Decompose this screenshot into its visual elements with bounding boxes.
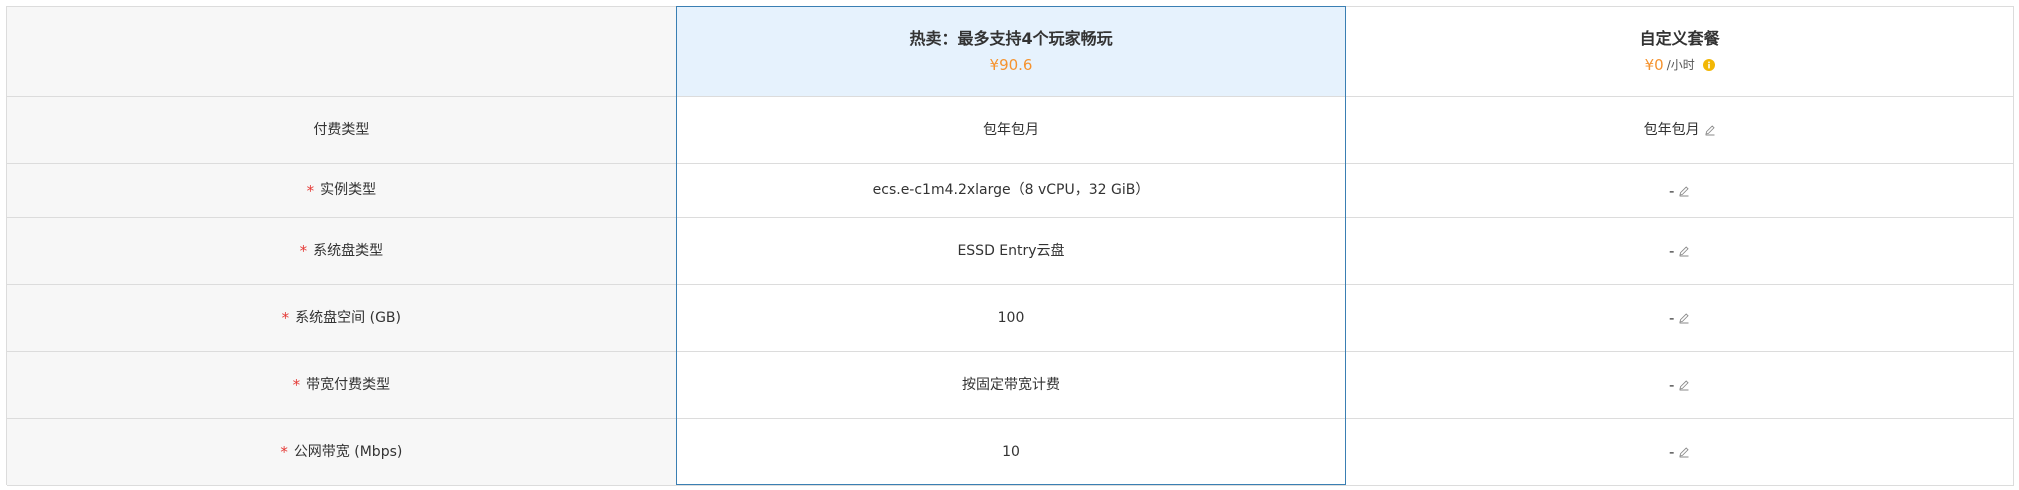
required-marker: * (299, 242, 308, 260)
table-row: 付费类型 包年包月 包年包月 (7, 97, 2015, 164)
row-label-text: 系统盘空间 (GB) (295, 309, 401, 326)
plan-custom-price-unit: /小时 (1666, 57, 1695, 72)
plan-hot-header[interactable]: 热卖：最多支持4个玩家畅玩 ¥90.6 (676, 7, 1347, 96)
table-row: * 带宽付费类型 按固定带宽计费 - (7, 352, 2015, 419)
table-row: * 实例类型 ecs.e-c1m4.2xlarge（8 vCPU，32 GiB）… (7, 164, 2015, 218)
custom-value: - (1668, 376, 1675, 394)
row-label: * 实例类型 (7, 164, 677, 217)
plan-custom-title: 自定义套餐 (1639, 28, 1720, 48)
custom-value-cell: - (1346, 218, 2015, 284)
row-label: * 公网带宽 (Mbps) (7, 419, 677, 485)
hot-value: 包年包月 (983, 121, 1039, 138)
required-marker: * (306, 181, 315, 200)
pencil-edit-icon[interactable] (1678, 245, 1690, 257)
custom-value: - (1668, 443, 1675, 461)
custom-value-cell: - (1346, 352, 2015, 418)
hot-value: ecs.e-c1m4.2xlarge（8 vCPU，32 GiB） (872, 182, 1150, 199)
required-marker: * (281, 309, 290, 327)
hot-value: 10 (1002, 443, 1020, 460)
custom-value: - (1668, 242, 1675, 260)
hot-value-cell: 包年包月 (677, 97, 1347, 163)
pencil-edit-icon[interactable] (1704, 124, 1716, 136)
plan-hot-price: ¥90.6 (989, 56, 1033, 75)
row-label: * 带宽付费类型 (7, 352, 677, 418)
info-icon[interactable] (1702, 59, 1715, 72)
table-row: * 公网带宽 (Mbps) 10 - (7, 419, 2015, 486)
required-marker: * (292, 376, 301, 394)
plan-header-row: 热卖：最多支持4个玩家畅玩 ¥90.6 自定义套餐 ¥0 /小时 (7, 7, 2015, 97)
custom-value-cell: 包年包月 (1346, 97, 2015, 163)
row-label-text: 公网带宽 (Mbps) (293, 443, 403, 460)
custom-value: - (1668, 181, 1675, 200)
row-label: 付费类型 (7, 97, 677, 163)
hot-value-cell: 10 (677, 419, 1347, 485)
hot-value-cell: 100 (677, 285, 1347, 351)
row-label-text: 系统盘类型 (313, 242, 384, 259)
custom-value-cell: - (1346, 285, 2015, 351)
custom-value-cell: - (1346, 419, 2015, 485)
hot-value-cell: 按固定带宽计费 (677, 352, 1347, 418)
plan-custom-price-row: ¥0 /小时 (1645, 56, 1715, 74)
hot-value: ESSD Entry云盘 (957, 242, 1065, 259)
table-row: * 系统盘类型 ESSD Entry云盘 - (7, 218, 2015, 285)
pencil-edit-icon[interactable] (1678, 312, 1690, 324)
plan-custom-header[interactable]: 自定义套餐 ¥0 /小时 (1346, 7, 2015, 96)
pencil-edit-icon[interactable] (1678, 185, 1690, 197)
row-label-text: 付费类型 (313, 121, 370, 138)
custom-value-cell: - (1346, 164, 2015, 217)
pencil-edit-icon[interactable] (1678, 379, 1690, 391)
row-label: * 系统盘类型 (7, 218, 677, 284)
row-label-text: 带宽付费类型 (306, 376, 391, 393)
required-marker: * (280, 443, 288, 461)
table-row: * 系统盘空间 (GB) 100 - (7, 285, 2015, 352)
hot-value: 100 (997, 309, 1025, 326)
row-label-text: 实例类型 (320, 182, 377, 199)
hot-value: 按固定带宽计费 (962, 376, 1060, 393)
hot-value-cell: ESSD Entry云盘 (677, 218, 1347, 284)
custom-value: - (1668, 309, 1675, 327)
plan-custom-price: ¥0 (1644, 56, 1664, 75)
plan-comparison-table: 热卖：最多支持4个玩家畅玩 ¥90.6 自定义套餐 ¥0 /小时 付费类型 包年… (6, 6, 2015, 486)
hot-value-cell: ecs.e-c1m4.2xlarge（8 vCPU，32 GiB） (677, 164, 1347, 217)
pencil-edit-icon[interactable] (1678, 446, 1690, 458)
row-label: * 系统盘空间 (GB) (7, 285, 677, 351)
header-empty-cell (7, 7, 677, 96)
plan-hot-title: 热卖：最多支持4个玩家畅玩 (909, 28, 1113, 48)
custom-value: 包年包月 (1643, 121, 1700, 138)
